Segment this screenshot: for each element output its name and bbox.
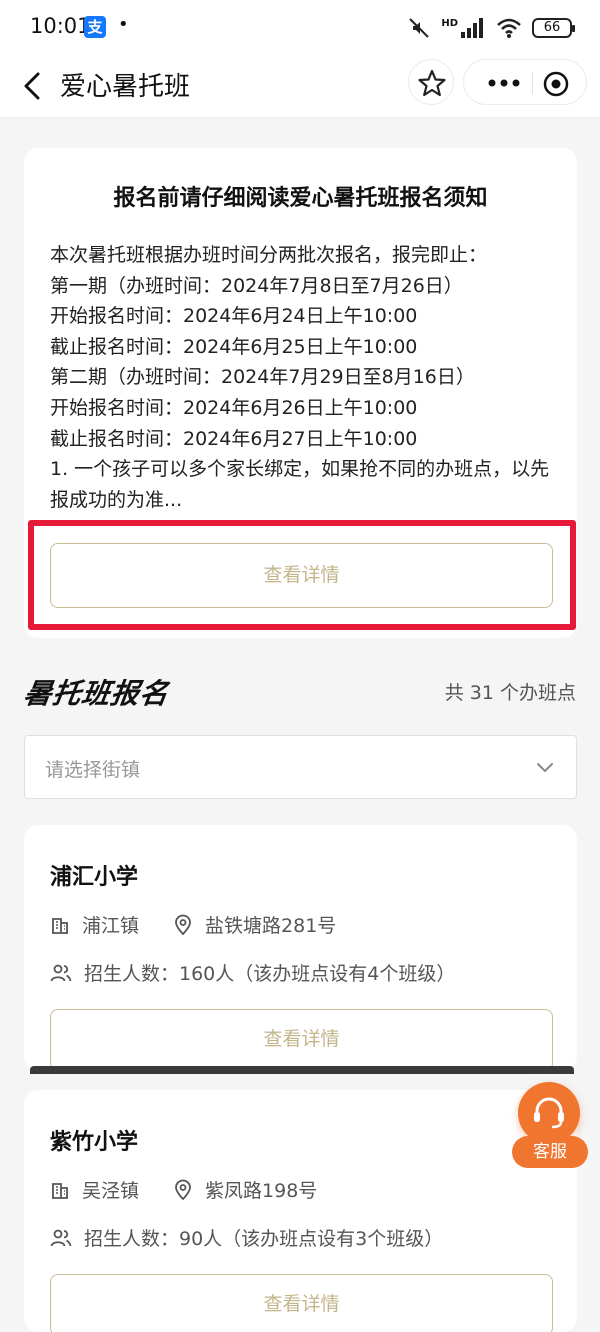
school-town: 浦江镇 <box>82 915 140 937</box>
school-name: 紫竹小学 <box>50 1130 139 1155</box>
town-select[interactable]: 请选择街镇 <box>24 735 577 799</box>
mute-icon <box>409 18 430 38</box>
customer-service-circle <box>518 1082 580 1144</box>
school-location-row: 浦江镇 盐铁塘路281号 <box>50 911 336 938</box>
page-title: 爱心暑托班 <box>60 72 191 102</box>
building-icon <box>52 917 68 934</box>
school-address: 紫凤路198号 <box>205 1180 318 1202</box>
site-count: 共 31 个办班点 <box>444 682 576 704</box>
notice-line: 本次暑托班根据办班时间分两批次报名，报完即止： <box>50 244 488 266</box>
school-location-row: 吴泾镇 紫凤路198号 <box>50 1176 317 1203</box>
location-pin-icon <box>175 914 191 935</box>
battery-indicator: 66 <box>532 18 575 38</box>
location-pin-icon <box>175 1179 191 1200</box>
customer-service-button[interactable]: 客服 <box>512 1082 588 1174</box>
more-icon[interactable] <box>484 71 524 95</box>
notice-line: 开始报名时间：2024年6月26日上午10:00 <box>50 396 418 419</box>
town-select-placeholder: 请选择街镇 <box>45 759 141 781</box>
school-enrollment: 招生人数：160人（该办班点设有4个班级） <box>84 963 456 985</box>
notice-line: 截止报名时间：2024年6月25日上午10:00 <box>50 335 418 358</box>
building-icon <box>52 1182 68 1199</box>
mini-program-capsule <box>463 59 587 105</box>
headset-icon <box>534 1097 564 1129</box>
chevron-down-icon <box>537 763 553 772</box>
section-logo: 暑托班报名 <box>21 677 172 710</box>
capsule-divider <box>532 72 533 94</box>
school-detail-button[interactable]: 查看详情 <box>50 1274 553 1332</box>
highlight-box <box>28 520 576 630</box>
status-icons: HD 66 <box>407 14 575 42</box>
alipay-icon: 支 <box>84 16 106 38</box>
school-detail-button[interactable]: 查看详情 <box>50 1009 553 1070</box>
school-enrollment-row: 招生人数：160人（该办班点设有4个班级） <box>50 959 455 986</box>
school-address: 盐铁塘路281号 <box>205 915 337 937</box>
hd-label: HD <box>441 17 458 29</box>
people-icon <box>50 964 72 981</box>
school-name: 浦汇小学 <box>50 865 139 890</box>
customer-service-label: 客服 <box>512 1136 588 1168</box>
notice-body: 本次暑托班根据办班时间分两批次报名，报完即止： 第一期（办班时间：2024年7月… <box>50 240 555 515</box>
notice-line: 1. 一个孩子可以多个家长绑定，如果抢不同的办班点，以先报成功的为准... <box>50 458 550 511</box>
school-enrollment-row: 招生人数：90人（该办班点设有3个班级） <box>50 1224 443 1251</box>
signal-icon <box>461 18 483 38</box>
nav-bar: 爱心暑托班 <box>0 56 600 118</box>
people-icon <box>50 1229 72 1246</box>
status-time: 10:01 <box>30 14 91 38</box>
status-bar: 10:01 支 • HD 66 <box>0 0 600 56</box>
notice-line: 开始报名时间：2024年6月24日上午10:00 <box>50 305 418 328</box>
notice-line: 第二期（办班时间：2024年7月29日至8月16日） <box>50 366 475 389</box>
toast-edge <box>30 1066 574 1074</box>
notification-dot: • <box>118 14 129 35</box>
school-town: 吴泾镇 <box>82 1180 140 1202</box>
favorite-button[interactable] <box>408 59 454 105</box>
notice-line: 截止报名时间：2024年6月27日上午10:00 <box>50 427 418 450</box>
wifi-icon <box>497 18 521 38</box>
notice-line: 第一期（办班时间：2024年7月8日至7月26日） <box>50 274 463 297</box>
school-card: 浦汇小学 浦江镇 盐铁塘路281号 招生人数：160人（该办班点设有4个班级） … <box>24 825 577 1070</box>
school-enrollment: 招生人数：90人（该办班点设有3个班级） <box>84 1228 444 1250</box>
close-target-icon[interactable] <box>542 70 570 98</box>
notice-title: 报名前请仔细阅读爱心暑托班报名须知 <box>113 186 488 211</box>
school-card: 紫竹小学 吴泾镇 紫凤路198号 招生人数：90人（该办班点设有3个班级） 查看… <box>24 1090 577 1332</box>
star-icon <box>418 69 446 97</box>
back-arrow-icon[interactable] <box>14 64 54 108</box>
